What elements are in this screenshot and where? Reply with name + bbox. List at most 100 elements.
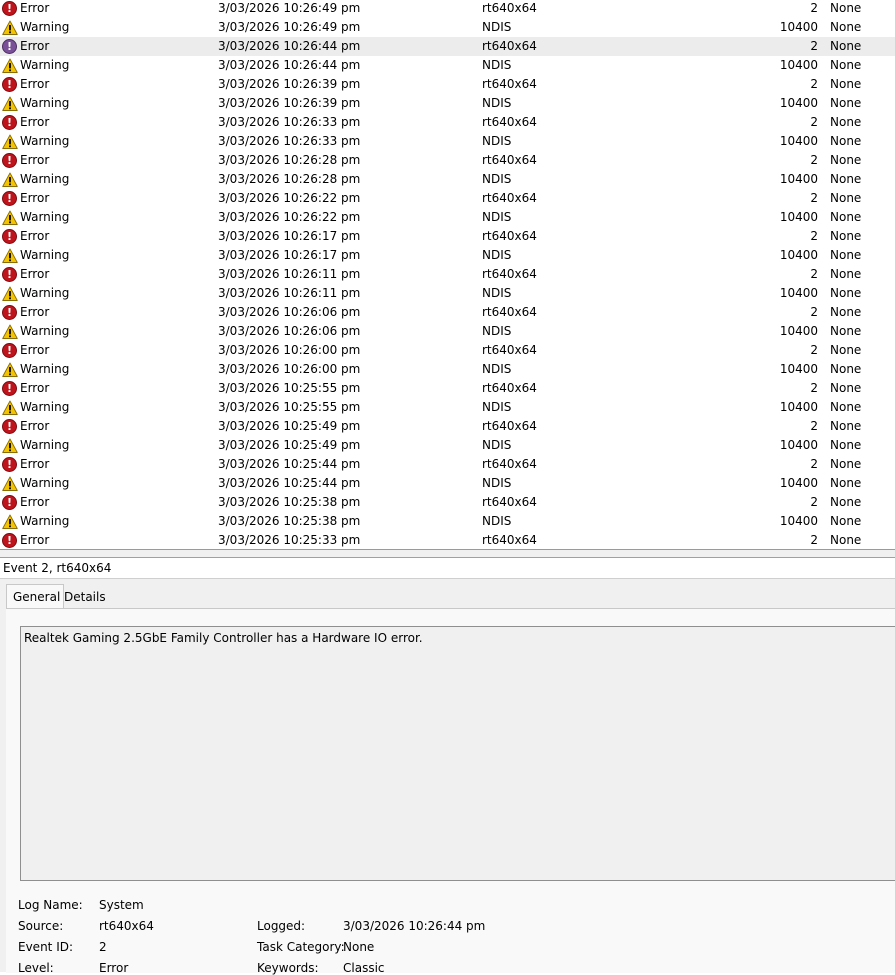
event-date: 3/03/2026 10:25:44 pm (218, 476, 361, 490)
event-message[interactable]: Realtek Gaming 2.5GbE Family Controller … (20, 626, 895, 881)
event-date: 3/03/2026 10:25:49 pm (218, 438, 361, 452)
event-source: NDIS (482, 514, 512, 528)
event-id: 10400 (779, 172, 818, 186)
event-source: NDIS (482, 172, 512, 186)
event-id: 10400 (779, 20, 818, 34)
event-task-category: None (830, 286, 862, 300)
tab-details[interactable]: Details (58, 586, 112, 608)
event-row[interactable]: Warning 3/03/2026 10:26:33 pm NDIS 10400 Non… (0, 132, 895, 151)
event-row[interactable]: Warning 3/03/2026 10:26:06 pm NDIS 10400 Non… (0, 322, 895, 341)
event-source: rt640x64 (482, 495, 537, 509)
event-date: 3/03/2026 10:26:39 pm (218, 77, 361, 91)
warning-icon-glyph (2, 324, 18, 339)
event-task-category: None (830, 476, 862, 490)
event-task-category: None (830, 39, 862, 53)
event-row[interactable]: Warning 3/03/2026 10:26:22 pm NDIS 10400 Non… (0, 208, 895, 227)
event-row[interactable]: Warning 3/03/2026 10:26:00 pm NDIS 10400 Non… (0, 360, 895, 379)
event-level: Error (20, 343, 50, 357)
event-task-category: None (830, 172, 862, 186)
event-date: 3/03/2026 10:26:22 pm (218, 191, 361, 205)
warning-icon-glyph (2, 210, 18, 225)
event-id: 2 (810, 229, 818, 243)
event-row[interactable]: ! Error 3/03/2026 10:25:38 pm rt640x64 2 None (0, 493, 895, 512)
event-id: 2 (810, 153, 818, 167)
event-source: NDIS (482, 210, 512, 224)
event-row[interactable]: ! Error 3/03/2026 10:26:22 pm rt640x64 2 None (0, 189, 895, 208)
event-row[interactable]: Warning 3/03/2026 10:25:38 pm NDIS 10400 Non… (0, 512, 895, 531)
error-icon-glyph: ! (2, 267, 17, 282)
event-id: 2 (810, 77, 818, 91)
event-row[interactable]: ! Error 3/03/2026 10:26:11 pm rt640x64 2 None (0, 265, 895, 284)
event-source: NDIS (482, 400, 512, 414)
event-level: Error (20, 305, 50, 319)
event-list[interactable]: ! Error 3/03/2026 10:26:49 pm rt640x64 2 None… (0, 0, 895, 549)
event-id: 2 (810, 1, 818, 15)
error-icon: ! (2, 343, 18, 359)
warning-icon-glyph (2, 400, 18, 415)
warning-icon (2, 286, 18, 302)
warning-icon-glyph (2, 248, 18, 263)
event-date: 3/03/2026 10:26:44 pm (218, 39, 361, 53)
event-task-category: None (830, 438, 862, 452)
event-row[interactable]: ! Error 3/03/2026 10:26:06 pm rt640x64 2 None (0, 303, 895, 322)
event-row[interactable]: ! Error 3/03/2026 10:26:00 pm rt640x64 2 None (0, 341, 895, 360)
error-icon-glyph: ! (2, 381, 17, 396)
event-row[interactable]: Warning 3/03/2026 10:26:28 pm NDIS 10400 Non… (0, 170, 895, 189)
event-row[interactable]: Warning 3/03/2026 10:26:39 pm NDIS 10400 Non… (0, 94, 895, 113)
warning-icon-glyph (2, 286, 18, 301)
event-row[interactable]: Warning 3/03/2026 10:25:55 pm NDIS 10400 Non… (0, 398, 895, 417)
event-row[interactable]: ! Error 3/03/2026 10:25:55 pm rt640x64 2 None (0, 379, 895, 398)
event-source: NDIS (482, 324, 512, 338)
event-row[interactable]: ! Error 3/03/2026 10:25:49 pm rt640x64 2 None (0, 417, 895, 436)
event-level: Warning (20, 438, 70, 452)
event-id-value: 2 (99, 940, 107, 954)
event-task-category: None (830, 324, 862, 338)
error-icon: ! (2, 77, 18, 93)
event-row[interactable]: ! Error 3/03/2026 10:26:39 pm rt640x64 2 None (0, 75, 895, 94)
event-row[interactable]: Warning 3/03/2026 10:25:49 pm NDIS 10400 Non… (0, 436, 895, 455)
event-row[interactable]: ! Error 3/03/2026 10:26:17 pm rt640x64 2 None (0, 227, 895, 246)
event-row[interactable]: ! Error 3/03/2026 10:26:33 pm rt640x64 2 None (0, 113, 895, 132)
event-id: 10400 (779, 438, 818, 452)
log-name-value: System (99, 898, 144, 912)
event-row[interactable]: ! Error 3/03/2026 10:25:44 pm rt640x64 2 None (0, 455, 895, 474)
event-date: 3/03/2026 10:25:55 pm (218, 381, 361, 395)
event-row[interactable]: ! Error 3/03/2026 10:26:28 pm rt640x64 2 None (0, 151, 895, 170)
event-level: Warning (20, 286, 70, 300)
event-id: 2 (810, 305, 818, 319)
event-level: Error (20, 419, 50, 433)
event-date: 3/03/2026 10:26:00 pm (218, 362, 361, 376)
source-label: Source: (18, 919, 64, 933)
event-level: Warning (20, 514, 70, 528)
source-value: rt640x64 (99, 919, 154, 933)
event-level: Warning (20, 58, 70, 72)
event-row[interactable]: Warning 3/03/2026 10:26:17 pm NDIS 10400 Non… (0, 246, 895, 265)
event-row[interactable]: Warning 3/03/2026 10:26:44 pm NDIS 10400 Non… (0, 56, 895, 75)
event-source: NDIS (482, 58, 512, 72)
event-source: rt640x64 (482, 153, 537, 167)
event-date: 3/03/2026 10:26:06 pm (218, 305, 361, 319)
error-icon-glyph: ! (2, 191, 17, 206)
event-date: 3/03/2026 10:26:28 pm (218, 153, 361, 167)
event-row[interactable]: Warning 3/03/2026 10:26:49 pm NDIS 10400 Non… (0, 18, 895, 37)
event-source: NDIS (482, 476, 512, 490)
event-id: 2 (810, 533, 818, 547)
task-category-label: Task Category: (257, 940, 345, 954)
pane-splitter[interactable] (0, 550, 895, 558)
event-task-category: None (830, 457, 862, 471)
event-row[interactable]: ! Error 3/03/2026 10:26:44 pm rt640x64 2 None (0, 37, 895, 56)
tab-general[interactable]: General (6, 584, 64, 610)
event-row[interactable]: ! Error 3/03/2026 10:25:33 pm rt640x64 2 None (0, 531, 895, 549)
warning-icon (2, 96, 18, 112)
warning-icon-glyph (2, 20, 18, 35)
event-row[interactable]: Warning 3/03/2026 10:25:44 pm NDIS 10400 Non… (0, 474, 895, 493)
error-icon: ! (2, 495, 18, 511)
event-date: 3/03/2026 10:26:17 pm (218, 248, 361, 262)
log-name-label: Log Name: (18, 898, 83, 912)
warning-icon (2, 476, 18, 492)
event-row[interactable]: ! Error 3/03/2026 10:26:49 pm rt640x64 2 None (0, 0, 895, 18)
detail-header: Event 2, rt640x64 (0, 558, 895, 579)
event-source: rt640x64 (482, 457, 537, 471)
event-row[interactable]: Warning 3/03/2026 10:26:11 pm NDIS 10400 Non… (0, 284, 895, 303)
event-level: Warning (20, 134, 70, 148)
